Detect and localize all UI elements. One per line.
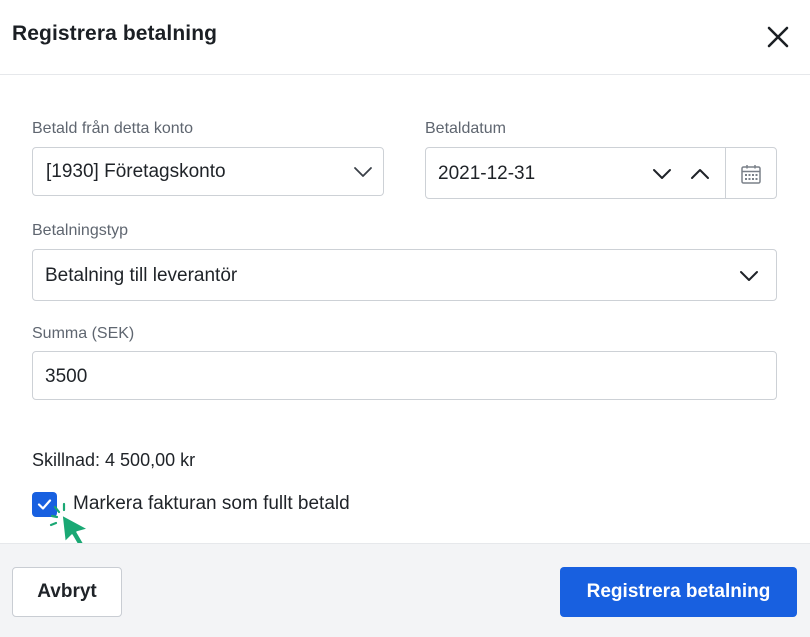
register-payment-button[interactable]: Registrera betalning	[560, 567, 797, 617]
payment-type-label: Betalningstyp	[32, 222, 129, 239]
amount-label: Summa (SEK)	[32, 325, 135, 342]
amount-input-value[interactable]: 3500	[45, 366, 87, 388]
date-label: Betaldatum	[425, 120, 506, 137]
chevron-down-icon	[354, 167, 372, 177]
mark-paid-label[interactable]: Markera fakturan som fullt betald	[73, 493, 350, 515]
amount-input[interactable]: 3500	[32, 351, 777, 400]
date-input-value[interactable]: 2021-12-31	[438, 163, 535, 185]
dialog-title: Registrera betalning	[12, 22, 218, 45]
dialog-footer: Avbryt Registrera betalning	[0, 543, 810, 637]
dialog-header: Registrera betalning	[0, 0, 810, 75]
date-field-divider	[725, 148, 726, 198]
payment-dialog: Registrera betalning Betald från detta k…	[0, 0, 810, 637]
account-select[interactable]: [1930] Företagskonto	[32, 147, 384, 196]
account-select-value: [1930] Företagskonto	[46, 161, 226, 182]
payment-type-select[interactable]: Betalning till leverantör	[32, 249, 777, 301]
chevron-down-icon	[740, 271, 758, 281]
account-label: Betald från detta konto	[32, 120, 193, 137]
difference-text: Skillnad: 4 500,00 kr	[32, 450, 196, 470]
cancel-button[interactable]: Avbryt	[12, 567, 122, 617]
chevron-up-icon[interactable]	[690, 167, 710, 181]
date-field[interactable]: 2021-12-31	[425, 147, 777, 199]
close-icon	[767, 26, 789, 48]
chevron-down-icon[interactable]	[652, 167, 672, 181]
payment-type-value: Betalning till leverantör	[45, 265, 238, 286]
calendar-icon[interactable]	[740, 164, 762, 184]
close-button[interactable]	[764, 23, 792, 51]
